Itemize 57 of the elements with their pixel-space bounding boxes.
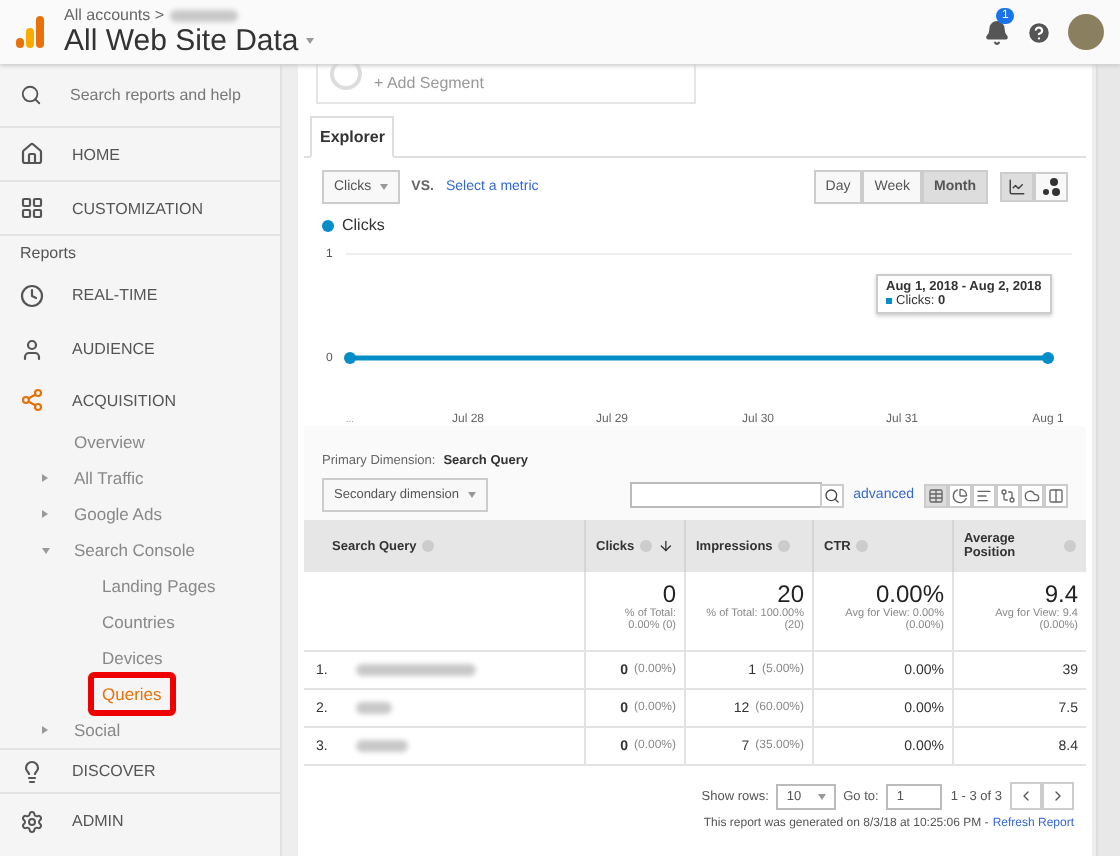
property-selector[interactable]: All Web Site Data bbox=[64, 24, 299, 58]
table-view-icon[interactable] bbox=[924, 483, 948, 507]
redacted-account bbox=[170, 9, 239, 21]
chevron-left-icon bbox=[1018, 788, 1034, 804]
total-value: 9.4 bbox=[1044, 580, 1078, 608]
redacted-query bbox=[355, 664, 476, 676]
comparison-view-icon[interactable] bbox=[996, 483, 1020, 507]
caret-icon[interactable] bbox=[42, 726, 48, 734]
previous-page-button[interactable] bbox=[1010, 782, 1042, 810]
lightbulb-icon bbox=[20, 759, 44, 783]
scrollbar[interactable] bbox=[1096, 64, 1120, 856]
chevron-right-icon bbox=[1050, 788, 1066, 804]
nav-item[interactable]: AUDIENCE bbox=[72, 340, 155, 358]
clock-icon bbox=[20, 283, 44, 307]
search-icon bbox=[20, 84, 42, 106]
breadcrumb[interactable]: All accounts > bbox=[64, 6, 165, 24]
line-chart-icon bbox=[1008, 178, 1026, 196]
motion-chart-button[interactable] bbox=[1034, 172, 1068, 202]
settings-icon bbox=[20, 809, 44, 833]
home-icon bbox=[20, 142, 44, 166]
analytics-logo bbox=[16, 16, 44, 48]
series-square-icon bbox=[886, 298, 892, 304]
redacted-query bbox=[355, 740, 408, 752]
total-value: 0.00% bbox=[875, 580, 944, 608]
grid-icon bbox=[20, 196, 44, 220]
redacted-query bbox=[355, 702, 392, 714]
cloud-view-icon[interactable] bbox=[1020, 483, 1044, 507]
section-label: Reports bbox=[20, 243, 77, 261]
data-point bbox=[1042, 352, 1054, 364]
pivot-view-icon[interactable] bbox=[1044, 483, 1068, 507]
caret-icon[interactable] bbox=[41, 547, 49, 553]
total-value: 0 bbox=[662, 580, 676, 608]
help-icon[interactable] bbox=[1026, 19, 1052, 45]
data-point bbox=[344, 352, 356, 364]
caret-icon[interactable] bbox=[42, 474, 48, 482]
line-chart-button[interactable] bbox=[1000, 172, 1034, 202]
notifications-icon[interactable] bbox=[984, 19, 1010, 45]
caret-icon[interactable] bbox=[306, 38, 315, 44]
nav-item[interactable]: HOME bbox=[72, 145, 120, 163]
nav-item[interactable]: REAL-TIME bbox=[72, 286, 158, 304]
person-icon bbox=[20, 337, 44, 361]
explorer-tab[interactable]: Explorer bbox=[310, 116, 395, 158]
search-field[interactable]: Search reports and help bbox=[70, 86, 241, 104]
branch-icon bbox=[20, 388, 44, 412]
table-filter-input[interactable] bbox=[629, 482, 822, 508]
total-value: 20 bbox=[777, 580, 804, 608]
nav-item[interactable]: CUSTOMIZATION bbox=[72, 199, 203, 217]
pie-view-icon[interactable] bbox=[948, 483, 972, 507]
nav-item[interactable]: ACQUISITION bbox=[72, 391, 177, 409]
bubbles-icon bbox=[1042, 178, 1060, 196]
avatar[interactable] bbox=[1068, 14, 1104, 50]
nav-item[interactable]: ADMIN bbox=[72, 812, 124, 830]
caret-icon[interactable] bbox=[42, 510, 48, 518]
bar-view-icon[interactable] bbox=[972, 483, 996, 507]
next-page-button[interactable] bbox=[1042, 782, 1074, 810]
legend-label: Clicks bbox=[342, 216, 385, 234]
nav-item[interactable]: DISCOVER bbox=[72, 762, 156, 780]
